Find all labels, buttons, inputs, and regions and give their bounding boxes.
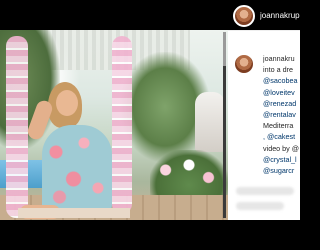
caption-mention[interactable]: @sugarcr (263, 165, 300, 176)
post-username[interactable]: joannakrup (260, 11, 300, 20)
swing-rope-left (6, 36, 28, 218)
caption-avatar[interactable] (233, 53, 255, 75)
profile-avatar[interactable] (233, 5, 255, 27)
post-media[interactable] (0, 30, 228, 220)
swing-rope-right (112, 36, 132, 214)
bottom-bar (0, 220, 300, 250)
top-bar (0, 0, 300, 30)
caption-mention[interactable]: @renezad (263, 98, 300, 109)
blurred-comment-line (236, 187, 294, 195)
scrollbar-thumb[interactable] (223, 32, 226, 66)
caption-text: into a dre (263, 65, 293, 75)
statue (195, 92, 225, 152)
caption-text: video by @ (263, 143, 300, 153)
caption-mention[interactable]: @rentalav (263, 109, 300, 120)
media-scrollbar[interactable] (223, 32, 226, 218)
floral-dress (42, 125, 112, 215)
caption-mention[interactable]: @crystal_l (263, 154, 300, 165)
swing-seat (18, 208, 130, 218)
caption-text: Mediterra (263, 121, 294, 131)
person-face (56, 90, 78, 116)
header-divider (228, 30, 300, 31)
flower-arrangement (150, 150, 228, 200)
caption-mention[interactable]: , @cakest (263, 131, 300, 142)
caption-mention[interactable]: @loveitev (263, 87, 300, 98)
caption-mention[interactable]: @sacobea (263, 75, 300, 86)
caption-username[interactable]: joannakru (263, 53, 300, 64)
post-caption: joannakru into a dre @sacobea @loveitev @ren… (263, 53, 300, 176)
blurred-comment-line (236, 202, 284, 210)
